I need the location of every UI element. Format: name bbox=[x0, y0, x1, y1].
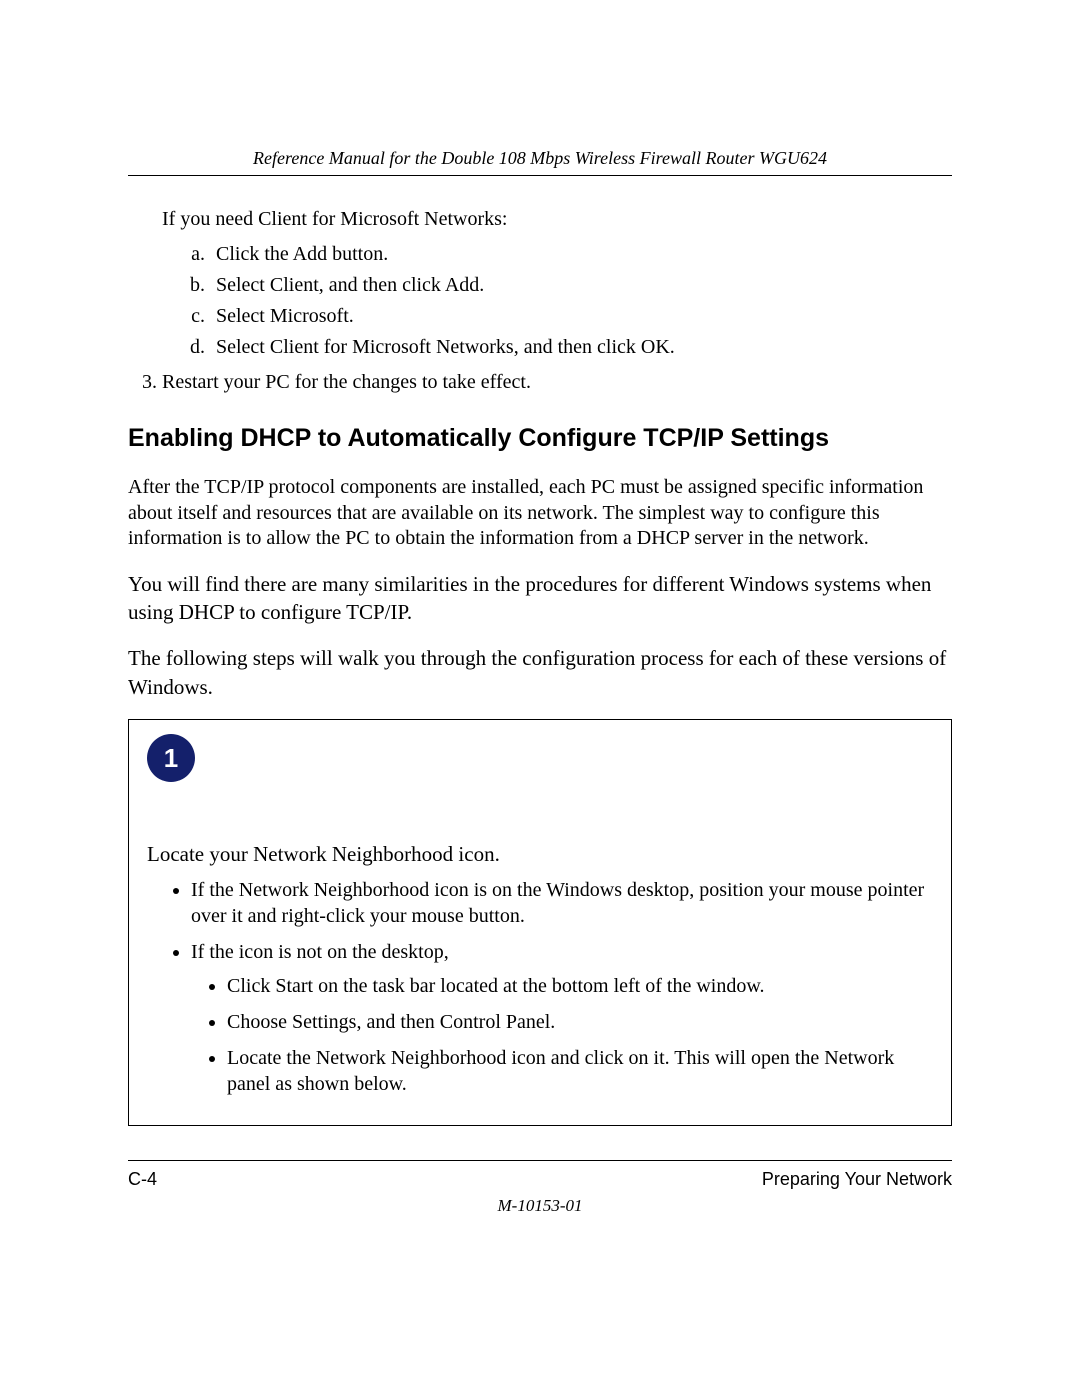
step-intro: Locate your Network Neighborhood icon. bbox=[147, 842, 933, 867]
letter-step-list: Click the Add button. Select Client, and… bbox=[162, 243, 952, 359]
list-item: Select Client, and then click Add. bbox=[210, 274, 952, 297]
step-number-badge: 1 bbox=[147, 734, 195, 782]
body-paragraph: You will find there are many similaritie… bbox=[128, 570, 952, 627]
body-paragraph: After the TCP/IP protocol components are… bbox=[128, 475, 952, 552]
list-item: Click Start on the task bar located at t… bbox=[227, 973, 933, 999]
numbered-continue-list: Restart your PC for the changes to take … bbox=[128, 371, 952, 394]
document-page: Reference Manual for the Double 108 Mbps… bbox=[0, 0, 1080, 1276]
intro-lead: If you need Client for Microsoft Network… bbox=[162, 208, 952, 231]
running-header: Reference Manual for the Double 108 Mbps… bbox=[128, 148, 952, 169]
header-rule bbox=[128, 175, 952, 176]
list-item: Locate the Network Neighborhood icon and… bbox=[227, 1045, 933, 1097]
list-item-text: If the icon is not on the desktop, bbox=[191, 941, 449, 963]
page-number: C-4 bbox=[128, 1169, 157, 1190]
list-item: Restart your PC for the changes to take … bbox=[162, 371, 952, 394]
sub-bullet-list: Click Start on the task bar located at t… bbox=[191, 973, 933, 1097]
footer-row: C-4 Preparing Your Network bbox=[128, 1169, 952, 1190]
chapter-title: Preparing Your Network bbox=[762, 1169, 952, 1190]
list-item: Select Microsoft. bbox=[210, 305, 952, 328]
bullet-list: If the Network Neighborhood icon is on t… bbox=[147, 877, 933, 1097]
step-box: 1 Locate your Network Neighborhood icon.… bbox=[128, 719, 952, 1126]
section-heading: Enabling DHCP to Automatically Configure… bbox=[128, 424, 952, 453]
document-id: M-10153-01 bbox=[128, 1196, 952, 1216]
list-item: Click the Add button. bbox=[210, 243, 952, 266]
list-item: Choose Settings, and then Control Panel. bbox=[227, 1009, 933, 1035]
list-item: Select Client for Microsoft Networks, an… bbox=[210, 336, 952, 359]
list-item: If the icon is not on the desktop, Click… bbox=[191, 939, 933, 1097]
list-item: If the Network Neighborhood icon is on t… bbox=[191, 877, 933, 929]
body-paragraph: The following steps will walk you throug… bbox=[128, 644, 952, 701]
footer-rule bbox=[128, 1160, 952, 1161]
